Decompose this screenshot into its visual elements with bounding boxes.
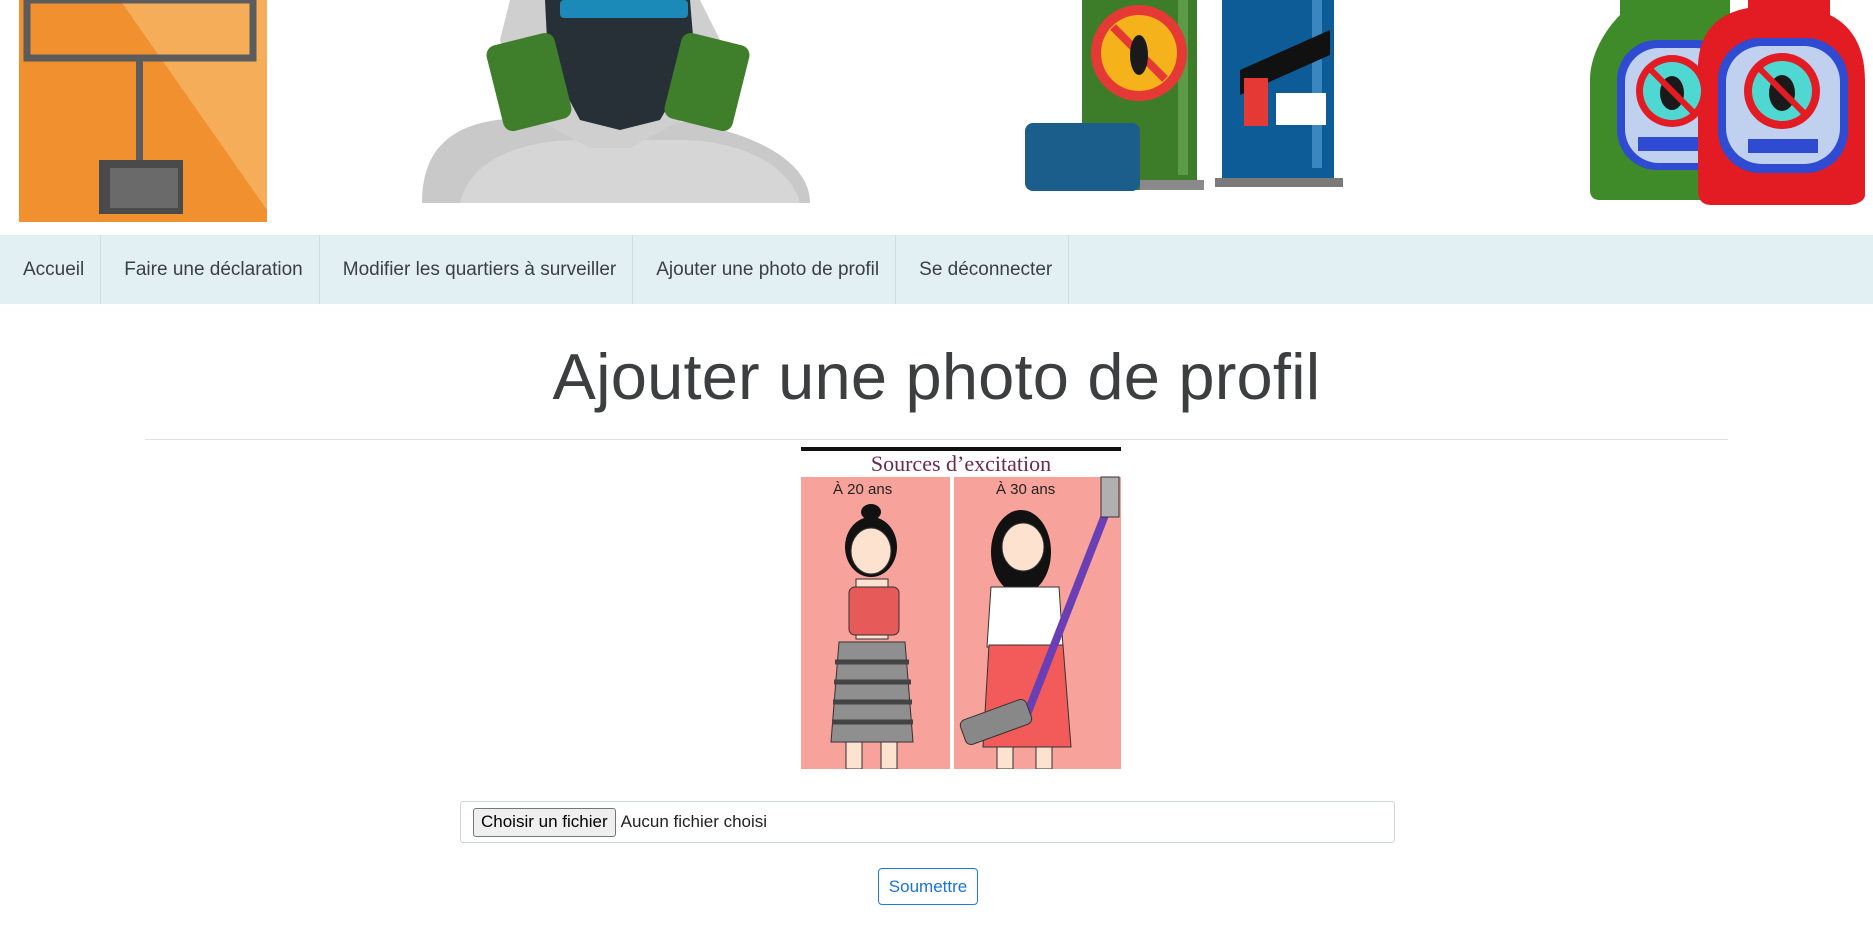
- submit-button[interactable]: Soumettre: [878, 868, 978, 905]
- nav-item-se-deconnecter[interactable]: Se déconnecter: [896, 235, 1070, 304]
- insect-spray-cans-icon: [1025, 0, 1343, 191]
- choose-file-button[interactable]: Choisir un fichier: [473, 807, 616, 837]
- bug-spray-bottles-icon: [1590, 0, 1865, 205]
- nav-item-faire-declaration[interactable]: Faire une déclaration: [101, 235, 320, 304]
- preview-right-label: À 30 ans: [996, 481, 1055, 498]
- main-content: Ajouter une photo de profil Sources d’ex…: [0, 304, 1873, 905]
- nav-item-modifier-quartiers[interactable]: Modifier les quartiers à surveiller: [320, 235, 634, 304]
- banner-illustration: [19, 0, 1865, 222]
- file-status-text: Aucun fichier choisi: [620, 812, 768, 831]
- preview-left-label: À 20 ans: [833, 481, 892, 498]
- extractor-fan-icon: [19, 0, 267, 222]
- header-banner: [0, 0, 1873, 235]
- file-input-field[interactable]: Choisir un fichier Aucun fichier choisi: [460, 801, 1395, 843]
- preview-caption-title: Sources d’excitation: [871, 451, 1051, 476]
- profile-photo-preview: Sources d’excitation À 20 ans À 30 ans: [801, 447, 1121, 770]
- nav-item-ajouter-photo[interactable]: Ajouter une photo de profil: [633, 235, 897, 304]
- gas-mask-suit-icon: [422, 0, 810, 203]
- page-title: Ajouter une photo de profil: [552, 340, 1321, 413]
- nav-item-accueil[interactable]: Accueil: [0, 235, 102, 304]
- main-navbar: Accueil Faire une déclaration Modifier l…: [0, 235, 1873, 304]
- title-divider: [145, 439, 1728, 440]
- profile-photo-image: Sources d’excitation À 20 ans À 30 ans: [801, 447, 1121, 770]
